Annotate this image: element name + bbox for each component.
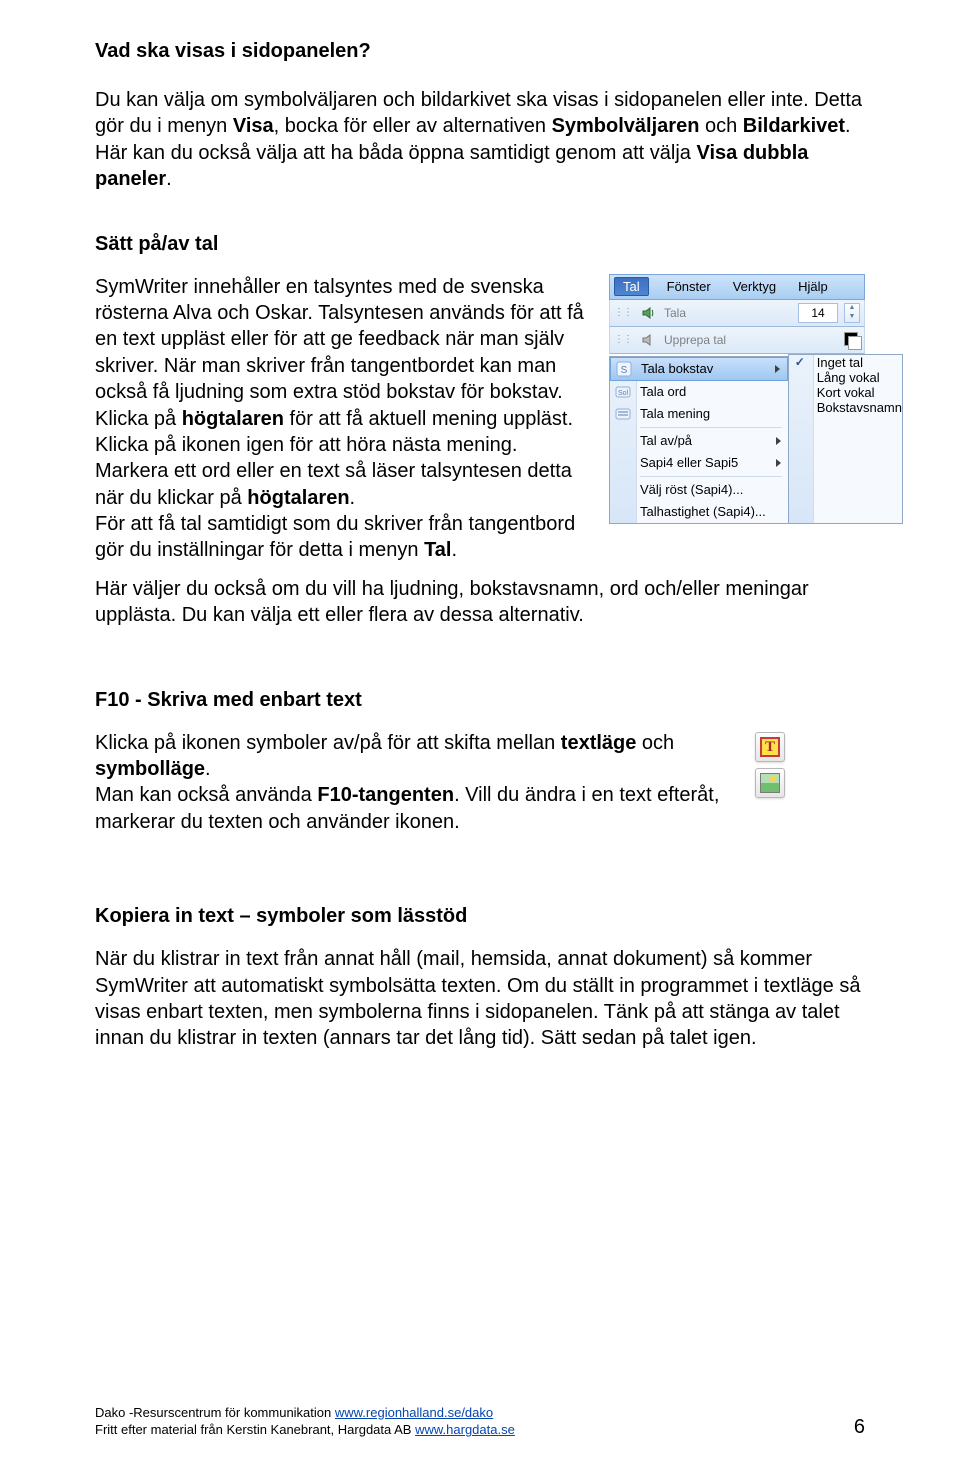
toolbar-2: ⋮⋮ Upprepa tal [609,327,865,354]
font-size-input[interactable]: 14 [798,303,838,323]
letter-icon: S [615,361,633,377]
symbol-mode-button[interactable] [755,768,785,798]
icon-column: T [755,732,787,798]
menu-item-label: Tala mening [640,406,710,421]
submenu-tala-bokstav: Inget tal Lång vokal Kort vokal Bokstavs… [788,354,903,524]
text: Klicka på [95,408,182,430]
footer-link-1[interactable]: www.regionhalland.se/dako [335,1405,493,1420]
heading-satt-pa-av-tal: Sätt på/av tal [95,233,865,256]
menubar: Tal Fönster Verktyg Hjälp [609,274,865,300]
text: SymWriter innehåller en talsyntes med de… [95,276,584,404]
color-swatch-icon[interactable] [844,332,860,348]
text-mode-button[interactable]: T [755,732,785,762]
menu-item-tala-bokstav[interactable]: S Tala bokstav [610,357,788,381]
text-column: SymWriter innehåller en talsyntes med de… [95,274,597,588]
paragraph-f10: Klicka på ikonen symboler av/på för att … [95,730,735,836]
paragraph-sidopanelen: Du kan välja om symbolväljaren och bilda… [95,87,865,193]
menu-screenshot: Tal Fönster Verktyg Hjälp ⋮⋮ Tala 14 ▲▼ … [609,274,865,524]
toolbar-grip-icon: ⋮⋮ [614,307,632,318]
menubar-item-verktyg[interactable]: Verktyg [729,277,780,296]
menubar-item-fonster[interactable]: Fönster [663,277,715,296]
menu-item-label: Bokstavsnamn [817,400,902,415]
menu-item-sapi[interactable]: Sapi4 eller Sapi5 [610,452,788,474]
section-tal: SymWriter innehåller en talsyntes med de… [95,274,865,588]
toolbar-grip-icon: ⋮⋮ [614,334,632,345]
toolbar: ⋮⋮ Tala 14 ▲▼ [609,300,865,327]
menu-item-tala-mening[interactable]: Tala mening [610,403,788,425]
sentence-icon [614,406,632,422]
toolbar-label-upprepa: Upprepa tal [664,333,726,347]
dropdown-menu-tal: S Tala bokstav Sol Tala ord [609,356,789,524]
text: . [350,487,356,509]
image-mode-icon [760,773,780,793]
menubar-item-hjalp[interactable]: Hjälp [794,277,832,296]
menu-item-label: Tala bokstav [641,361,713,376]
paragraph-kopiera: När du klistrar in text från annat håll … [95,946,865,1052]
menu-item-label: Inget tal [817,355,863,370]
menu-item-label: Tal av/på [640,433,692,448]
text-bold: högtalaren [182,408,284,430]
section-f10: Klicka på ikonen symboler av/på för att … [95,730,865,836]
text-column: Klicka på ikonen symboler av/på för att … [95,730,735,836]
menu-item-label: Tala ord [640,384,686,399]
text: , bocka för eller av alternativen [274,115,552,137]
text-bold: Tal [424,539,451,561]
paragraph-tal-final: Här väljer du också om du vill ha ljudni… [95,576,865,629]
text: Klicka på ikonen symboler av/på för att … [95,732,561,754]
text-bold: symbolläge [95,758,205,780]
menu-item-label: Talhastighet (Sapi4)... [640,504,766,519]
menu-item-talhastighet[interactable]: Talhastighet (Sapi4)... [610,501,788,523]
text-bold: Bildarkivet [743,115,845,137]
text: och [636,732,674,754]
menu-item-label: Kort vokal [817,385,875,400]
svg-text:Sol: Sol [618,390,629,397]
menu-item-label: Sapi4 eller Sapi5 [640,455,738,470]
text: . [166,168,172,190]
footer-line1: Dako -Resurscentrum för kommunikation [95,1405,335,1420]
text-bold: F10-tangenten [317,784,454,806]
text: . [452,539,458,561]
text-bold: högtalaren [247,487,349,509]
heading-f10: F10 - Skriva med enbart text [95,689,865,712]
page-footer: Dako -Resurscentrum för kommunikation ww… [0,1404,960,1439]
text-bold: Symbolväljaren [552,115,700,137]
text-mode-icon: T [760,737,780,757]
menu-item-tala-ord[interactable]: Sol Tala ord [610,381,788,403]
text: . [205,758,211,780]
footer-text: Dako -Resurscentrum för kommunikation ww… [95,1404,824,1439]
speaker-icon[interactable] [640,304,658,322]
page: Vad ska visas i sidopanelen? Du kan välj… [0,0,960,1463]
footer-line2: Fritt efter material från Kerstin Kanebr… [95,1422,415,1437]
word-icon: Sol [614,384,632,400]
footer-link-2[interactable]: www.hargdata.se [415,1422,515,1437]
text-bold: Visa [233,115,274,137]
heading-kopiera-in-text: Kopiera in text – symboler som lässtöd [95,905,865,928]
svg-text:S: S [621,365,628,376]
text: och [699,115,742,137]
heading-sidopanelen: Vad ska visas i sidopanelen? [95,40,865,63]
font-size-spinner[interactable]: ▲▼ [844,303,860,323]
menu-item-tal-avpa[interactable]: Tal av/på [610,430,788,452]
repeat-speaker-icon[interactable] [640,331,658,349]
text: Man kan också använda [95,784,317,806]
paragraph-tal: SymWriter innehåller en talsyntes med de… [95,274,597,564]
menu-item-valj-rost[interactable]: Välj röst (Sapi4)... [610,479,788,501]
menu-item-label: Välj röst (Sapi4)... [640,482,743,497]
menubar-item-tal[interactable]: Tal [614,277,649,296]
page-number: 6 [854,1416,865,1439]
toolbar-label-tala: Tala [664,306,686,320]
text: För att få tal samtidigt som du skriver … [95,513,575,561]
menu-item-label: Lång vokal [817,370,880,385]
text-bold: textläge [561,732,637,754]
